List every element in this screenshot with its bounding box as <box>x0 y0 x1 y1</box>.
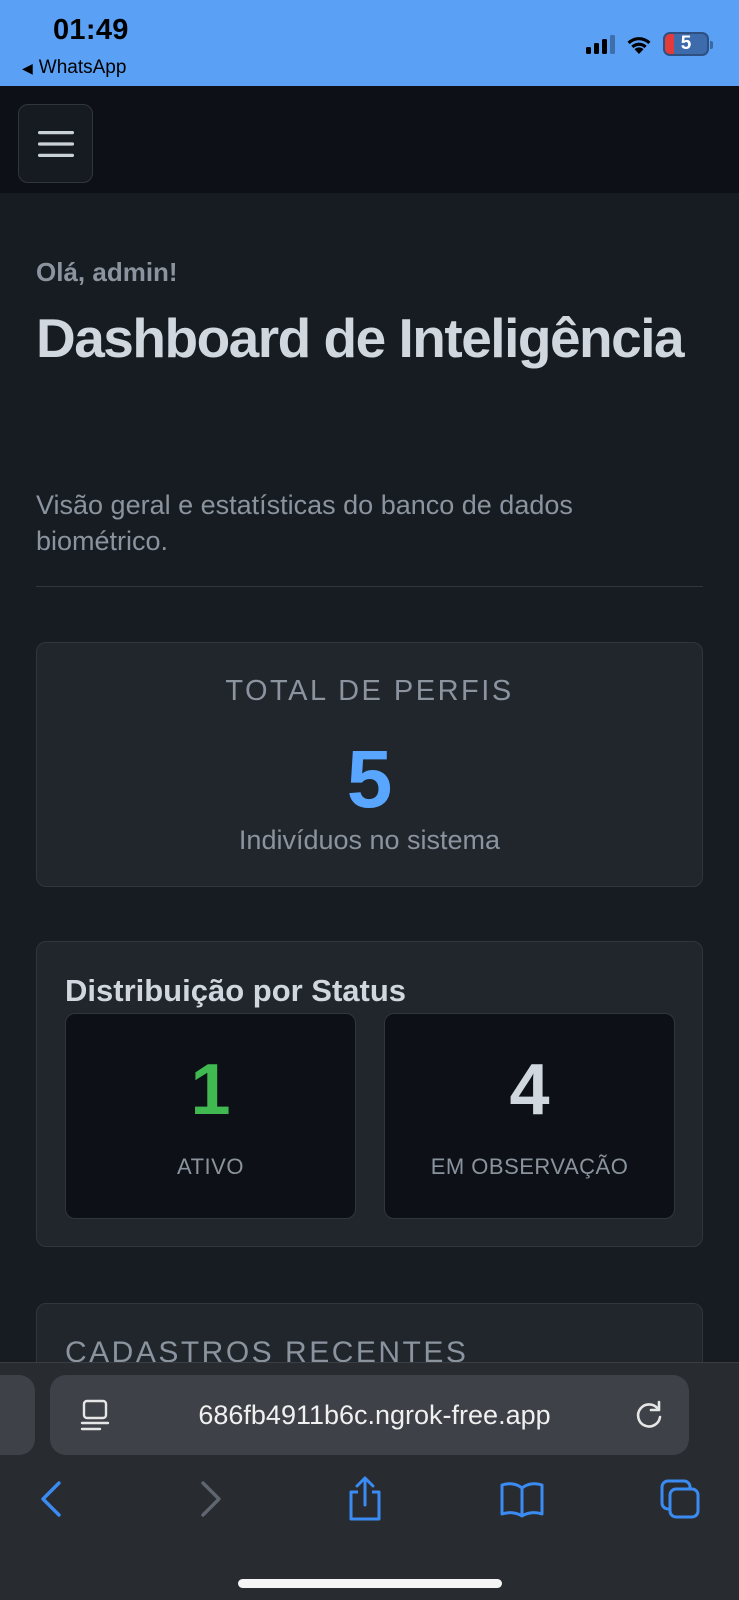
total-profiles-card: TOTAL DE PERFIS 5 Indivíduos no sistema <box>36 642 703 887</box>
bookmarks-icon <box>500 1482 544 1518</box>
home-indicator[interactable] <box>238 1579 502 1588</box>
reload-icon[interactable] <box>633 1399 665 1431</box>
status-active-value: 1 <box>190 1050 231 1130</box>
divider <box>36 586 703 587</box>
back-app-label: WhatsApp <box>38 57 127 78</box>
browser-toolbar: 686fb4911b6c.ngrok-free.app <box>0 1362 739 1600</box>
total-profiles-label: TOTAL DE PERFIS <box>225 675 514 707</box>
status-bar: 01:49 ◀ WhatsApp 5 <box>0 0 739 86</box>
battery-level: 5 <box>680 33 692 54</box>
app-navbar <box>0 86 739 193</box>
bookmarks-button[interactable] <box>492 1469 552 1529</box>
hamburger-menu-icon <box>37 130 74 157</box>
tabs-icon <box>660 1479 700 1519</box>
screen: 01:49 ◀ WhatsApp 5 Olá, admin! Dashboard… <box>0 0 739 1600</box>
tabs-button[interactable] <box>650 1469 710 1529</box>
status-observation-label: EM OBSERVAÇÃO <box>430 1154 629 1179</box>
status-icons: 5 <box>586 32 713 56</box>
forward-button[interactable] <box>181 1469 241 1529</box>
status-active-label: ATIVO <box>177 1154 244 1179</box>
forward-icon <box>201 1481 221 1517</box>
battery-icon: 5 <box>663 32 713 56</box>
status-observation-value: 4 <box>509 1050 550 1130</box>
back-to-app-link[interactable]: ◀ WhatsApp <box>22 57 126 79</box>
menu-button[interactable] <box>18 104 93 183</box>
greeting: Olá, admin! <box>36 257 178 287</box>
total-profiles-caption: Indivíduos no sistema <box>238 825 501 855</box>
status-distribution-card: Distribuição por Status 1 ATIVO 4 EM OBS… <box>36 941 703 1247</box>
share-button[interactable] <box>335 1469 395 1529</box>
status-distribution-title: Distribuição por Status <box>65 973 407 1008</box>
share-icon <box>349 1476 381 1521</box>
browser-nav-row <box>0 1469 739 1529</box>
address-bar[interactable]: 686fb4911b6c.ngrok-free.app <box>50 1375 689 1455</box>
status-active-box: 1 ATIVO <box>65 1013 356 1219</box>
cellular-signal-icon <box>586 34 615 54</box>
wifi-icon <box>627 37 651 54</box>
total-profiles-value: 5 <box>346 734 393 825</box>
url-text: 686fb4911b6c.ngrok-free.app <box>198 1400 551 1430</box>
back-icon <box>41 1481 61 1517</box>
back-button[interactable] <box>21 1469 81 1529</box>
back-triangle-icon: ◀ <box>22 60 33 76</box>
status-time: 01:49 <box>53 14 129 46</box>
page-subtitle: Visão geral e estatísticas do banco de d… <box>36 490 573 556</box>
previous-tab-preview[interactable] <box>0 1375 35 1455</box>
status-observation-box: 4 EM OBSERVAÇÃO <box>384 1013 675 1219</box>
page-title: Dashboard de Inteligência <box>36 307 685 369</box>
